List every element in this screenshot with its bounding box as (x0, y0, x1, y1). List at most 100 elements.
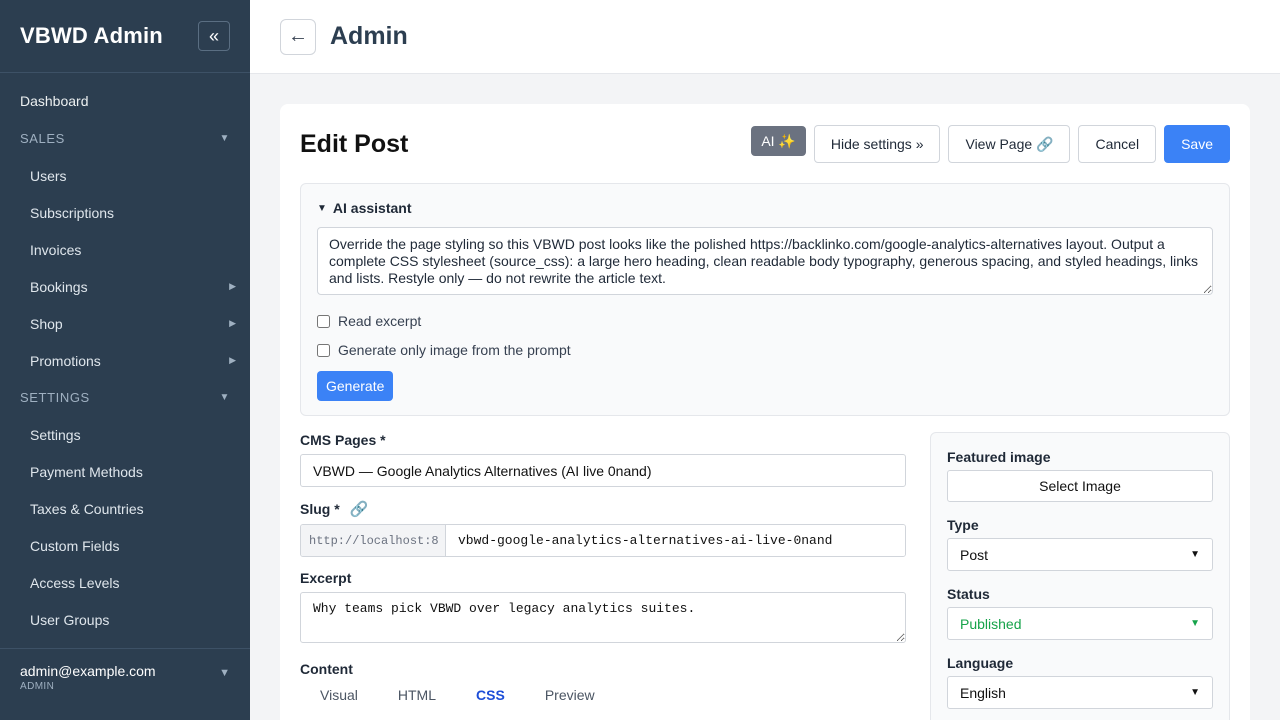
collapse-sidebar-button[interactable]: « (198, 21, 230, 51)
language-select[interactable]: English ▼ (947, 676, 1213, 709)
cms-pages-label-text: CMS Pages * (300, 432, 386, 448)
sidebar-item-access-levels[interactable]: Access Levels (0, 564, 250, 601)
content-label-text: Content (300, 661, 353, 677)
view-page-button[interactable]: View Page 🔗 (948, 125, 1071, 163)
tab-css[interactable]: CSS (456, 683, 525, 707)
brand-title: VBWD Admin (20, 23, 163, 48)
card-title: Edit Post (300, 129, 409, 158)
caret-down-icon: ▼ (219, 667, 230, 679)
chevron-down-icon: ▼ (1190, 618, 1200, 629)
read-excerpt-option[interactable]: Read excerpt (317, 313, 1213, 329)
sidebar-item-label: Users (30, 167, 67, 184)
action-buttons: AI ✨ Hide settings » View Page 🔗 Cancel … (751, 125, 1230, 163)
sidebar-nav: Dashboard SALES ▼ Users Subscriptions In… (0, 73, 250, 638)
sidebar-item-label: Settings (30, 426, 81, 443)
featured-image-label: Featured image (947, 449, 1051, 465)
type-label: Type (947, 517, 979, 533)
language-selected-value: English (960, 684, 1006, 701)
sidebar-item-label: Bookings (30, 278, 88, 295)
sidebar-item-shop[interactable]: Shop ▶ (0, 305, 250, 342)
sidebar-item-users[interactable]: Users (0, 157, 250, 194)
ai-prompt-textarea[interactable]: Override the page styling so this VBWD p… (317, 227, 1213, 295)
save-button[interactable]: Save (1164, 125, 1230, 163)
chevron-down-icon: ▼ (1190, 549, 1200, 560)
sidebar-item-label: Taxes & Countries (30, 500, 144, 517)
cms-pages-field: CMS Pages * (300, 432, 906, 487)
sidebar-item-bookings[interactable]: Bookings ▶ (0, 268, 250, 305)
topbar: ← Admin (250, 0, 1280, 74)
excerpt-textarea[interactable]: Why teams pick VBWD over legacy analytic… (300, 592, 906, 643)
arrow-left-icon: ← (288, 25, 308, 47)
ai-assistant-title: AI assistant (332, 200, 412, 216)
content-field: Content Visual HTML CSS Preview (300, 661, 906, 707)
post-fields: CMS Pages * Slug * 🔗 http://localhost:8 … (300, 432, 906, 720)
status-selected-value: Published (960, 615, 1022, 632)
sidebar-item-taxes-countries[interactable]: Taxes & Countries (0, 490, 250, 527)
image-only-option[interactable]: Generate only image from the prompt (317, 342, 1213, 358)
sidebar-item-label: Subscriptions (30, 204, 115, 221)
sidebar-header: VBWD Admin « (0, 0, 250, 73)
section-label: SETTINGS (20, 390, 90, 405)
sidebar-item-settings[interactable]: Settings (0, 416, 250, 453)
slug-label: Slug * 🔗 (300, 500, 906, 518)
sidebar-item-payment-methods[interactable]: Payment Methods (0, 453, 250, 490)
sidebar-item-label: Invoices (30, 241, 82, 258)
sidebar-item-label: Access Levels (30, 574, 120, 591)
sidebar-item-label: Custom Fields (30, 537, 120, 554)
double-chevron-left-icon: « (208, 25, 219, 46)
tab-html[interactable]: HTML (378, 683, 456, 707)
sidebar-item-promotions[interactable]: Promotions ▶ (0, 342, 250, 379)
slug-input-group: http://localhost:8 (300, 524, 906, 557)
user-menu[interactable]: admin@example.com ADMIN ▼ (0, 648, 250, 720)
sidebar-section-sales[interactable]: SALES ▼ (0, 120, 250, 157)
sidebar-item-custom-fields[interactable]: Custom Fields (0, 527, 250, 564)
slug-input[interactable] (446, 525, 905, 556)
caret-right-icon: ▶ (229, 318, 236, 328)
form-grid: CMS Pages * Slug * 🔗 http://localhost:8 … (300, 432, 1230, 720)
read-excerpt-checkbox[interactable] (317, 314, 330, 328)
image-only-checkbox[interactable] (317, 343, 330, 357)
slug-label-text: Slug * (300, 501, 340, 517)
caret-down-icon: ▼ (219, 392, 230, 403)
sidebar-section-settings[interactable]: SETTINGS ▼ (0, 379, 250, 416)
page-title: Admin (330, 22, 408, 50)
caret-down-icon: ▼ (219, 133, 230, 144)
select-image-button[interactable]: Select Image (947, 470, 1213, 502)
ai-button[interactable]: AI ✨ (751, 126, 806, 156)
type-select[interactable]: Post ▼ (947, 538, 1213, 571)
sidebar-item-dashboard[interactable]: Dashboard (0, 83, 250, 120)
hide-settings-button[interactable]: Hide settings » (813, 125, 941, 163)
sidebar-item-label: Payment Methods (30, 463, 143, 480)
cancel-button[interactable]: Cancel (1078, 125, 1157, 163)
card-header: Edit Post AI ✨ Hide settings » View Page… (300, 124, 1230, 164)
read-excerpt-label: Read excerpt (338, 313, 422, 329)
cms-pages-input[interactable] (300, 454, 906, 487)
sidebar-item-user-groups[interactable]: User Groups (0, 601, 250, 638)
ai-assistant-toggle[interactable]: ▼ AI assistant (317, 200, 1213, 216)
sidebar-item-invoices[interactable]: Invoices (0, 231, 250, 268)
status-select[interactable]: Published ▼ (947, 607, 1213, 640)
back-button[interactable]: ← (280, 18, 316, 55)
settings-panel: Featured image Select Image Type Post ▼ … (930, 432, 1230, 720)
sidebar-item-label: Promotions (30, 352, 101, 369)
section-label: SALES (20, 131, 65, 146)
tab-visual[interactable]: Visual (300, 683, 378, 707)
sidebar-item-label: User Groups (30, 611, 110, 628)
link-icon[interactable]: 🔗 (350, 500, 369, 518)
type-selected-value: Post (960, 546, 989, 563)
user-email: admin@example.com (20, 663, 156, 679)
sidebar-item-subscriptions[interactable]: Subscriptions (0, 194, 250, 231)
ai-assistant-panel: ▼ AI assistant Override the page styling… (300, 183, 1230, 416)
user-info: admin@example.com ADMIN (20, 663, 156, 692)
sidebar: VBWD Admin « Dashboard SALES ▼ Users Sub… (0, 0, 250, 720)
caret-right-icon: ▶ (229, 355, 236, 365)
sidebar-item-label: Shop (30, 315, 63, 332)
caret-right-icon: ▶ (229, 281, 236, 291)
language-field: Language English ▼ (947, 655, 1213, 709)
generate-button[interactable]: Generate (317, 371, 394, 401)
content-label: Content (300, 661, 906, 677)
excerpt-label: Excerpt (300, 570, 906, 586)
language-label: Language (947, 655, 1014, 671)
tab-preview[interactable]: Preview (525, 683, 615, 707)
image-only-label: Generate only image from the prompt (338, 342, 571, 358)
